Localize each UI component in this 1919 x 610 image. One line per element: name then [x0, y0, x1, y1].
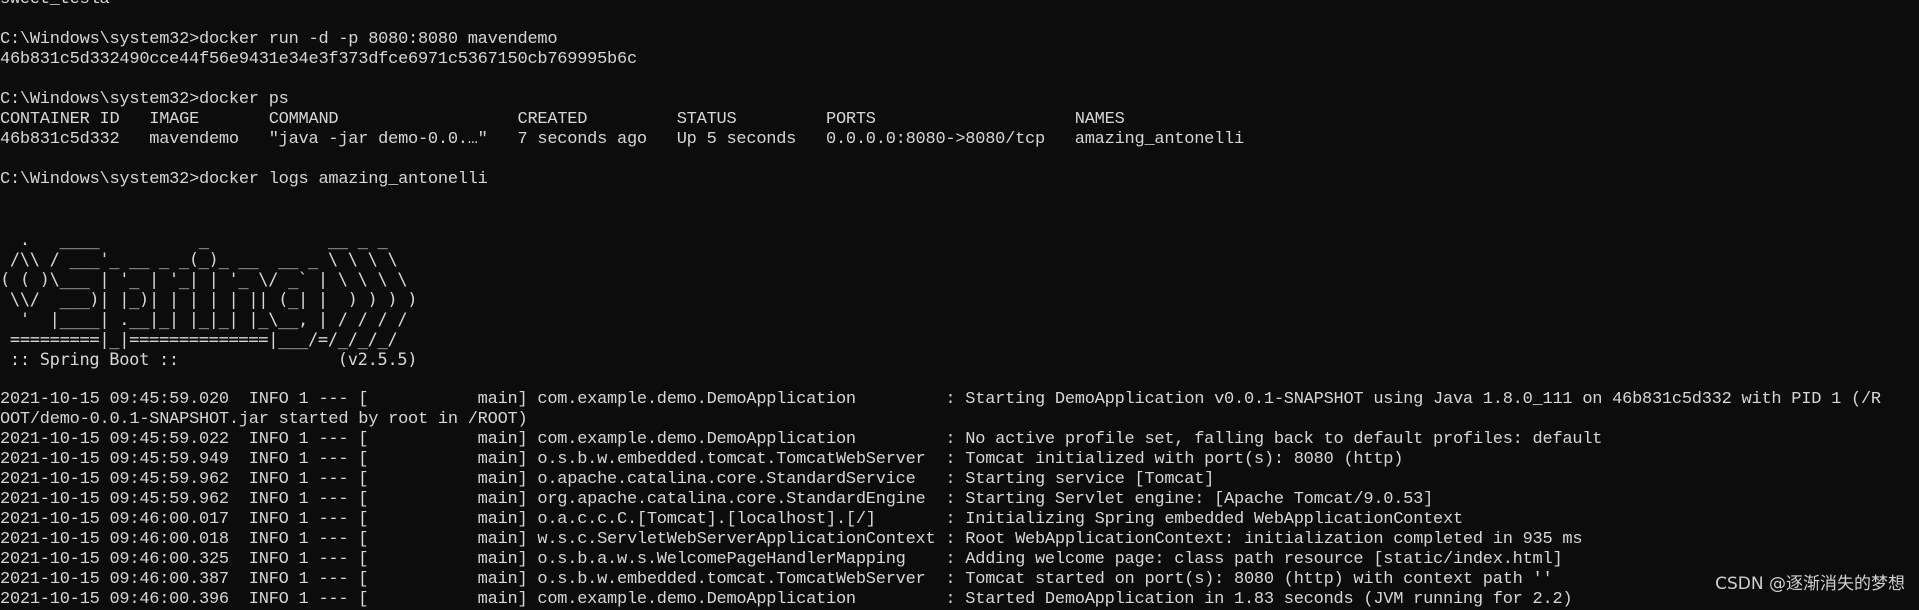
- log-line: 2021-10-15 09:45:59.949 INFO 1 --- [ mai…: [0, 450, 1404, 469]
- log-line: OOT/demo-0.0.1-SNAPSHOT.jar started by r…: [0, 410, 528, 429]
- banner-line: . ____ _ __ _ _: [0, 230, 388, 250]
- banner-line: ' |____| .__|_| |_|_| |_\__, | / / / /: [0, 310, 408, 330]
- log-line: 2021-10-15 09:46:00.387 INFO 1 --- [ mai…: [0, 570, 1553, 589]
- log-line: 2021-10-15 09:45:59.022 INFO 1 --- [ mai…: [0, 430, 1603, 449]
- banner-line: =========|_|==============|___/=/_/_/_/: [0, 330, 398, 350]
- log-line: 2021-10-15 09:46:00.017 INFO 1 --- [ mai…: [0, 510, 1463, 529]
- terminal-output[interactable]: sweet_tesla C:\Windows\system32>docker r…: [0, 0, 1919, 609]
- log-output: 2021-10-15 09:45:59.020 INFO 1 --- [ mai…: [0, 390, 1919, 610]
- log-line: 2021-10-15 09:45:59.020 INFO 1 --- [ mai…: [0, 390, 1881, 409]
- docker-ps-row: 46b831c5d332 mavendemo "java -jar demo-0…: [0, 130, 1244, 149]
- command-history: sweet_tesla C:\Windows\system32>docker r…: [0, 0, 1919, 230]
- spring-boot-banner: . ____ _ __ _ _ /\\ / ___'_ __ _ _(_)_ _…: [0, 230, 1919, 390]
- terminal-line: C:\Windows\system32>docker logs amazing_…: [0, 170, 488, 189]
- banner-line: ( ( )\___ | '_ | '_| | '_ \/ _` | \ \ \ …: [0, 270, 408, 290]
- log-line: 2021-10-15 09:46:00.018 INFO 1 --- [ mai…: [0, 530, 1583, 549]
- banner-line: /\\ / ___'_ __ _ _(_)_ __ __ _ \ \ \ \: [0, 250, 398, 270]
- terminal-line: 46b831c5d332490cce44f56e9431e34e3f373dfc…: [0, 50, 637, 69]
- csdn-watermark: CSDN @逐渐消失的梦想: [1715, 574, 1905, 594]
- terminal-line: sweet_tesla: [0, 0, 1919, 10]
- terminal-line: C:\Windows\system32>docker ps: [0, 90, 289, 109]
- log-line: 2021-10-15 09:46:00.325 INFO 1 --- [ mai…: [0, 550, 1563, 569]
- log-line: 2021-10-15 09:45:59.962 INFO 1 --- [ mai…: [0, 490, 1434, 509]
- docker-ps-header: CONTAINER ID IMAGE COMMAND CREATED STATU…: [0, 110, 1125, 129]
- banner-line: \\/ ___)| |_)| | | | | || (_| | ) ) ) ): [0, 290, 418, 310]
- log-line: 2021-10-15 09:46:00.396 INFO 1 --- [ mai…: [0, 590, 1573, 609]
- spring-boot-version: :: Spring Boot :: (v2.5.5): [0, 350, 418, 370]
- log-line: 2021-10-15 09:45:59.962 INFO 1 --- [ mai…: [0, 470, 1215, 489]
- banner-line: [0, 370, 1919, 390]
- terminal-line: C:\Windows\system32>docker run -d -p 808…: [0, 30, 558, 49]
